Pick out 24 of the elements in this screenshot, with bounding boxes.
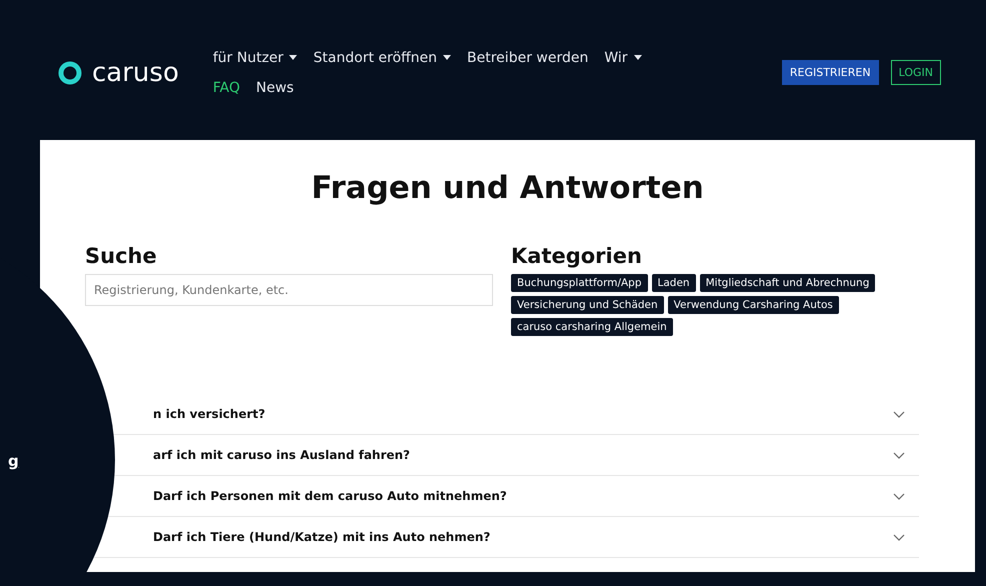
question-text: Darf ich Personen mit dem caruso Auto mitnehmen? [153, 489, 507, 503]
nav-link[interactable]: News [256, 80, 294, 96]
nav-link[interactable]: für Nutzer [212, 50, 298, 66]
nav-link[interactable]: Wir [604, 50, 642, 66]
nav-link[interactable]: Betreiber werden [467, 50, 588, 66]
logo-text: caruso [92, 58, 179, 88]
nav-link[interactable]: FAQ [212, 80, 240, 96]
question-text: n ich versichert? [153, 407, 266, 421]
search-heading: Suche [85, 244, 158, 268]
question-text: arf ich mit caruso ins Ausland fahren? [153, 448, 410, 462]
category-tag[interactable]: caruso carsharing Allgemein [511, 318, 673, 336]
ring-logo-icon [58, 60, 82, 84]
categories-heading: Kategorien [511, 244, 643, 268]
register-button[interactable]: REGISTRIEREN [782, 60, 879, 85]
category-tag[interactable]: Mitgliedschaft und Abrechnung [700, 274, 876, 292]
question-text: Darf ich Tiere (Hund/Katze) mit ins Auto nehmen? [153, 530, 490, 544]
nav-link[interactable]: Standort eröffnen [313, 50, 452, 66]
login-button[interactable]: LOGIN [890, 60, 941, 85]
overlay-link[interactable]: g [8, 452, 19, 470]
category-tag[interactable]: Laden [652, 274, 696, 292]
category-tag[interactable]: Buchungsplattform/App [511, 274, 648, 292]
category-tag[interactable]: Verwendung Carsharing Autos [668, 296, 839, 314]
category-tag[interactable]: Versicherung und Schäden [511, 296, 664, 314]
page-title: Fragen und Antworten [310, 170, 705, 206]
